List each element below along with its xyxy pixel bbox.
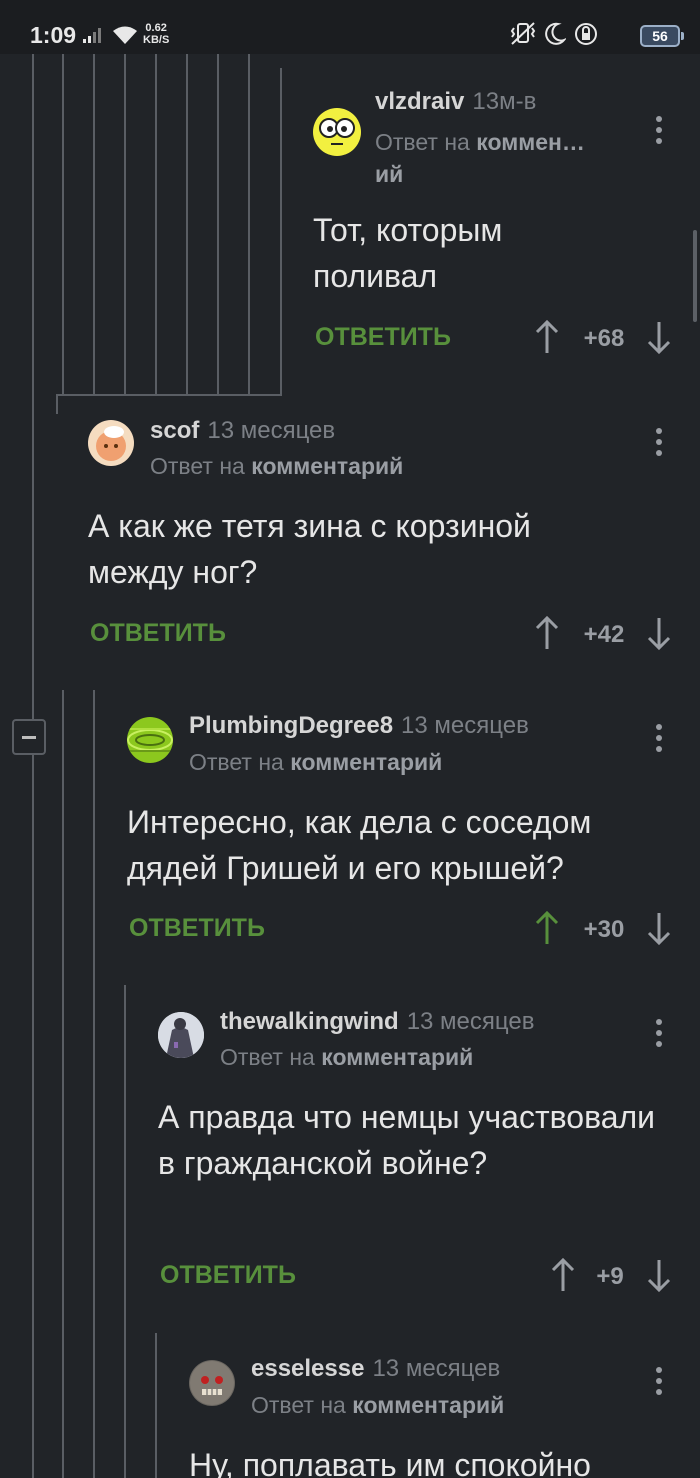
reply-to-label: Ответ на комментарий [220,1044,473,1071]
reply-to-label: Ответ на комментарий [251,1392,504,1419]
vote-block: +30 [532,910,672,950]
username-text[interactable]: PlumbingDegree8 [189,712,393,739]
reply-to-link-continued[interactable]: ий [375,161,403,187]
vibrate-icon [510,22,536,51]
collapse-thread-button[interactable] [12,719,46,755]
comment-text: Ну, поплавать им спокойно [189,1447,591,1478]
vote-block: +68 [532,319,672,359]
network-speed: 0.62 KB/S [143,22,169,46]
thread-line [32,755,34,1478]
reply-to-prefix: Ответ на [375,129,470,155]
comment-rating: +42 [583,621,625,648]
comment-time: 13 месяцев [406,1008,535,1035]
reply-to-prefix: Ответ на [220,1044,315,1070]
comment-rating: +30 [583,916,625,943]
comment-text: А правда что немцы участвовали в граждан… [158,1099,656,1181]
username-text[interactable]: esselesse [251,1355,364,1382]
network-speed-value: 0.62 [145,22,167,34]
reply-to-label: Ответ на коммен… ий [375,126,585,190]
username-text[interactable]: scof [150,417,199,444]
status-bar: 1:09 0.62 KB/S 56 [0,0,700,54]
reply-to-label: Ответ на комментарий [189,749,442,776]
comment-text: А как же тетя зина с корзиной между ног? [88,508,531,590]
reply-to-link[interactable]: комментарий [352,1392,504,1418]
comment-username[interactable]: scof 13 месяцев [150,417,335,445]
signal-icon [83,27,105,48]
thread-line [62,690,64,1478]
upvote-arrow-icon[interactable] [550,1257,576,1293]
comment-time: 13м-в [472,88,537,115]
downvote-arrow-icon[interactable] [646,1257,672,1293]
comment-rating: +68 [583,325,625,352]
moon-icon [544,22,567,51]
comment-menu-button[interactable] [654,116,664,150]
avatar[interactable] [189,1360,235,1406]
downvote-arrow-icon[interactable] [646,910,672,946]
reply-to-prefix: Ответ на [189,749,284,775]
thread-line [124,985,126,1478]
reply-to-prefix: Ответ на [150,453,245,479]
comment-time: 13 месяцев [207,417,336,444]
comment-text: Тот, которым поливал [313,212,503,294]
thread-line [280,68,282,394]
comment-time: 13 месяцев [401,712,529,739]
upvote-arrow-icon[interactable] [534,615,560,651]
thread-line [56,394,58,414]
upvote-arrow-icon[interactable] [534,319,560,355]
reply-button[interactable]: ОТВЕТИТЬ [90,619,226,648]
downvote-arrow-icon[interactable] [646,615,672,651]
comment-username[interactable]: esselesse 13 месяцев [251,1355,500,1383]
reply-to-link[interactable]: комментарий [290,749,442,775]
username-text[interactable]: vlzdraiv [375,88,464,115]
comment-menu-button[interactable] [654,428,664,462]
reply-to-prefix: Ответ на [251,1392,346,1418]
comment-rating: +9 [596,1263,624,1290]
thread-line [186,54,188,394]
comment-username[interactable]: PlumbingDegree8 13 месяцев [189,712,529,740]
reply-button[interactable]: ОТВЕТИТЬ [129,914,265,943]
comment-time: 13 месяцев [372,1355,501,1382]
reply-to-link[interactable]: коммен… [476,129,585,155]
comment-menu-button[interactable] [654,724,664,758]
vote-block: +42 [532,615,672,655]
comment-text: Интересно, как дела с соседом дядей Гриш… [127,804,592,886]
reply-to-link[interactable]: комментарий [251,453,403,479]
reply-to-label: Ответ на комментарий [150,453,403,480]
thread-line [93,54,95,394]
comment-username[interactable]: thewalkingwind 13 месяцев [220,1008,534,1036]
thread-line [32,54,34,719]
reply-button[interactable]: ОТВЕТИТЬ [315,323,451,352]
scrollbar[interactable] [693,230,697,322]
avatar[interactable] [127,717,173,763]
thread-line [155,1333,157,1478]
vote-block: +9 [548,1257,672,1297]
wifi-icon [112,25,138,50]
thread-line [155,54,157,394]
thread-line [62,54,64,394]
network-speed-unit: KB/S [143,34,170,46]
comment-username[interactable]: vlzdraiv 13м-в [375,88,536,116]
thread-line [56,394,282,396]
status-icons: 56 [510,22,684,51]
username-text[interactable]: thewalkingwind [220,1008,399,1035]
thread-line [217,54,219,394]
comment-menu-button[interactable] [654,1367,664,1401]
comment-menu-button[interactable] [654,1019,664,1053]
thread-line [93,690,95,1478]
status-time: 1:09 [30,22,77,48]
reply-button[interactable]: ОТВЕТИТЬ [160,1261,296,1290]
avatar[interactable] [313,108,361,156]
upvote-arrow-icon-active[interactable] [534,910,560,946]
lock-rotation-icon [574,22,598,51]
reply-to-link[interactable]: комментарий [321,1044,473,1070]
avatar[interactable] [158,1012,204,1058]
battery-icon: 56 [640,25,684,47]
thread-line [124,54,126,394]
thread-line [248,54,250,394]
downvote-arrow-icon[interactable] [646,319,672,355]
avatar[interactable] [88,420,134,466]
